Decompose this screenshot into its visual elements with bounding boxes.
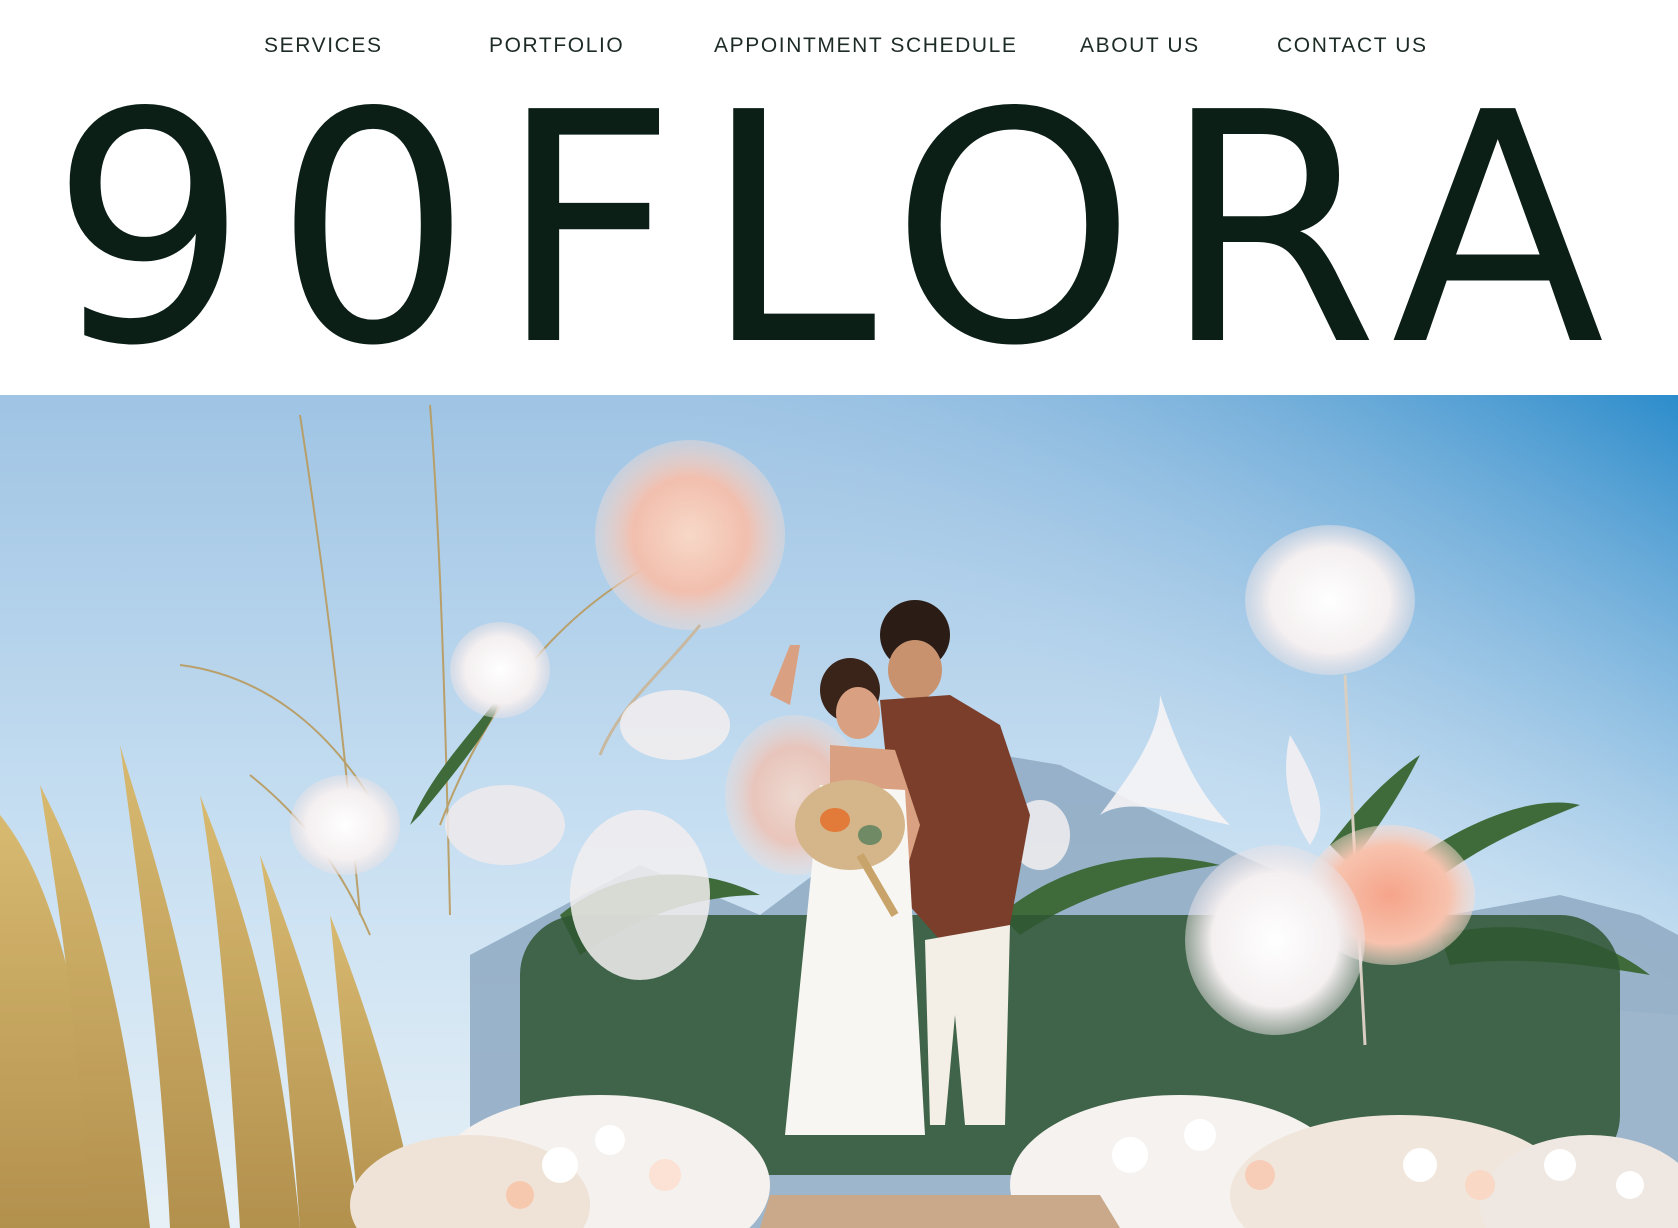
hero-illustration [0, 395, 1678, 1228]
nav-link-portfolio[interactable]: PORTFOLIO [489, 34, 624, 58]
nav-link-appointment-schedule[interactable]: APPOINTMENT SCHEDULE [714, 34, 1018, 58]
main-nav: SERVICES PORTFOLIO APPOINTMENT SCHEDULE … [0, 0, 1678, 96]
brand-logo[interactable]: 90FLORA [40, 88, 1640, 358]
nav-link-services[interactable]: SERVICES [264, 34, 383, 58]
nav-link-about-us[interactable]: ABOUT US [1080, 34, 1200, 58]
nav-link-contact-us[interactable]: CONTACT US [1277, 34, 1428, 58]
brand-logo-svg: 90FLORA [50, 88, 1630, 358]
brand-logo-text: 90FLORA [50, 88, 1630, 358]
hero-image [0, 395, 1678, 1228]
